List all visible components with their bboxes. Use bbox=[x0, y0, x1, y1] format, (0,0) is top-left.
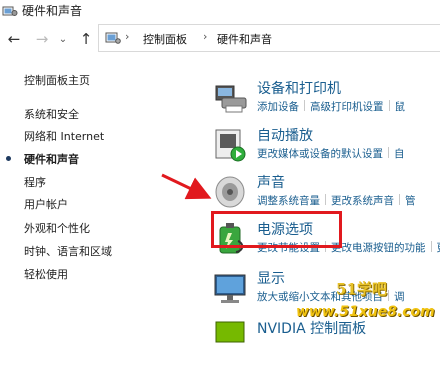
address-bar[interactable]: › 控制面板 › 硬件和声音 bbox=[98, 24, 440, 52]
autoplay-cd-link[interactable]: 自 bbox=[394, 146, 405, 161]
watermark-url: www.51xue8.com bbox=[296, 304, 435, 320]
category-autoplay: 自动播放 更改媒体或设备的默认设置自 bbox=[212, 125, 440, 173]
link-divider bbox=[304, 100, 305, 111]
breadcrumb-separator: › bbox=[125, 30, 129, 43]
sidebar-item-home[interactable]: 控制面板主页 bbox=[24, 72, 90, 88]
chevron-down-icon: ⌄ bbox=[59, 34, 67, 45]
recent-locations-button[interactable]: ⌄ bbox=[56, 29, 70, 49]
sidebar-item-system-security[interactable]: 系统和安全 bbox=[24, 106, 79, 122]
control-panel-small-icon bbox=[105, 30, 121, 50]
category-devices-printers: 设备和打印机 添加设备高级打印机设置鼠 bbox=[212, 78, 440, 126]
link-divider bbox=[325, 194, 326, 205]
add-device-link[interactable]: 添加设备 bbox=[257, 99, 299, 114]
control-panel-icon bbox=[2, 3, 18, 23]
category-links: 调整系统音量更改系统声音管 bbox=[257, 193, 416, 208]
mouse-link[interactable]: 鼠 bbox=[395, 99, 406, 114]
change-power-button-link[interactable]: 更改电源按钮的功能 bbox=[331, 240, 426, 255]
manage-audio-devices-link[interactable]: 管 bbox=[405, 193, 416, 208]
printer-icon bbox=[212, 80, 248, 116]
back-arrow-icon: ← bbox=[8, 30, 21, 48]
category-links: 更改媒体或设备的默认设置自 bbox=[257, 146, 405, 161]
link-divider bbox=[388, 290, 389, 301]
window-title: 硬件和声音 bbox=[22, 2, 82, 19]
adjust-volume-link[interactable]: 调整系统音量 bbox=[257, 193, 320, 208]
sidebar-item-programs[interactable]: 程序 bbox=[24, 174, 46, 190]
category-title[interactable]: NVIDIA 控制面板 bbox=[257, 318, 366, 338]
category-links: 添加设备高级打印机设置鼠 bbox=[257, 99, 405, 114]
watermark-logo: 51学吧 bbox=[336, 278, 387, 299]
speaker-icon bbox=[212, 174, 248, 210]
sidebar-item-network[interactable]: 网络和 Internet bbox=[24, 128, 104, 144]
link-divider bbox=[431, 241, 432, 252]
breadcrumb-hardware-sound[interactable]: 硬件和声音 bbox=[217, 31, 272, 47]
forward-button[interactable]: → bbox=[32, 29, 52, 49]
power-options-highlight bbox=[211, 211, 342, 248]
red-arrow-annotation bbox=[150, 165, 220, 205]
sidebar-item-hardware-sound: 硬件和声音 bbox=[24, 151, 79, 167]
sidebar-item-clock-region[interactable]: 时钟、语言和区域 bbox=[24, 243, 112, 259]
breadcrumb-separator: › bbox=[203, 30, 207, 43]
advanced-printer-setup-link[interactable]: 高级打印机设置 bbox=[310, 99, 384, 114]
sidebar-item-appearance[interactable]: 外观和个性化 bbox=[24, 220, 90, 236]
forward-arrow-icon: → bbox=[36, 30, 49, 48]
link-divider bbox=[399, 194, 400, 205]
category-nvidia: NVIDIA 控制面板 bbox=[212, 318, 440, 366]
change-media-defaults-link[interactable]: 更改媒体或设备的默认设置 bbox=[257, 146, 383, 161]
category-title[interactable]: 自动播放 bbox=[257, 125, 313, 145]
title-bar: 硬件和声音 bbox=[0, 0, 440, 24]
current-item-bullet bbox=[6, 156, 11, 161]
autoplay-icon bbox=[212, 127, 248, 163]
link-divider bbox=[389, 100, 390, 111]
monitor-icon bbox=[212, 270, 248, 306]
category-title[interactable]: 显示 bbox=[257, 268, 285, 288]
up-button[interactable]: ↑ bbox=[76, 29, 96, 49]
display-more-link[interactable]: 调 bbox=[394, 289, 405, 304]
breadcrumb-control-panel[interactable]: 控制面板 bbox=[143, 31, 187, 47]
back-button[interactable]: ← bbox=[4, 29, 24, 49]
change-system-sounds-link[interactable]: 更改系统声音 bbox=[331, 193, 394, 208]
category-title[interactable]: 声音 bbox=[257, 172, 285, 192]
power-more-link[interactable]: 更 bbox=[437, 240, 440, 255]
up-arrow-icon: ↑ bbox=[80, 30, 93, 48]
link-divider bbox=[388, 147, 389, 158]
sidebar-item-user-accounts[interactable]: 用户帐户 bbox=[24, 196, 68, 212]
category-title[interactable]: 设备和打印机 bbox=[257, 78, 341, 98]
nvidia-icon bbox=[212, 320, 248, 356]
sidebar-item-ease-of-access[interactable]: 轻松使用 bbox=[24, 266, 68, 282]
